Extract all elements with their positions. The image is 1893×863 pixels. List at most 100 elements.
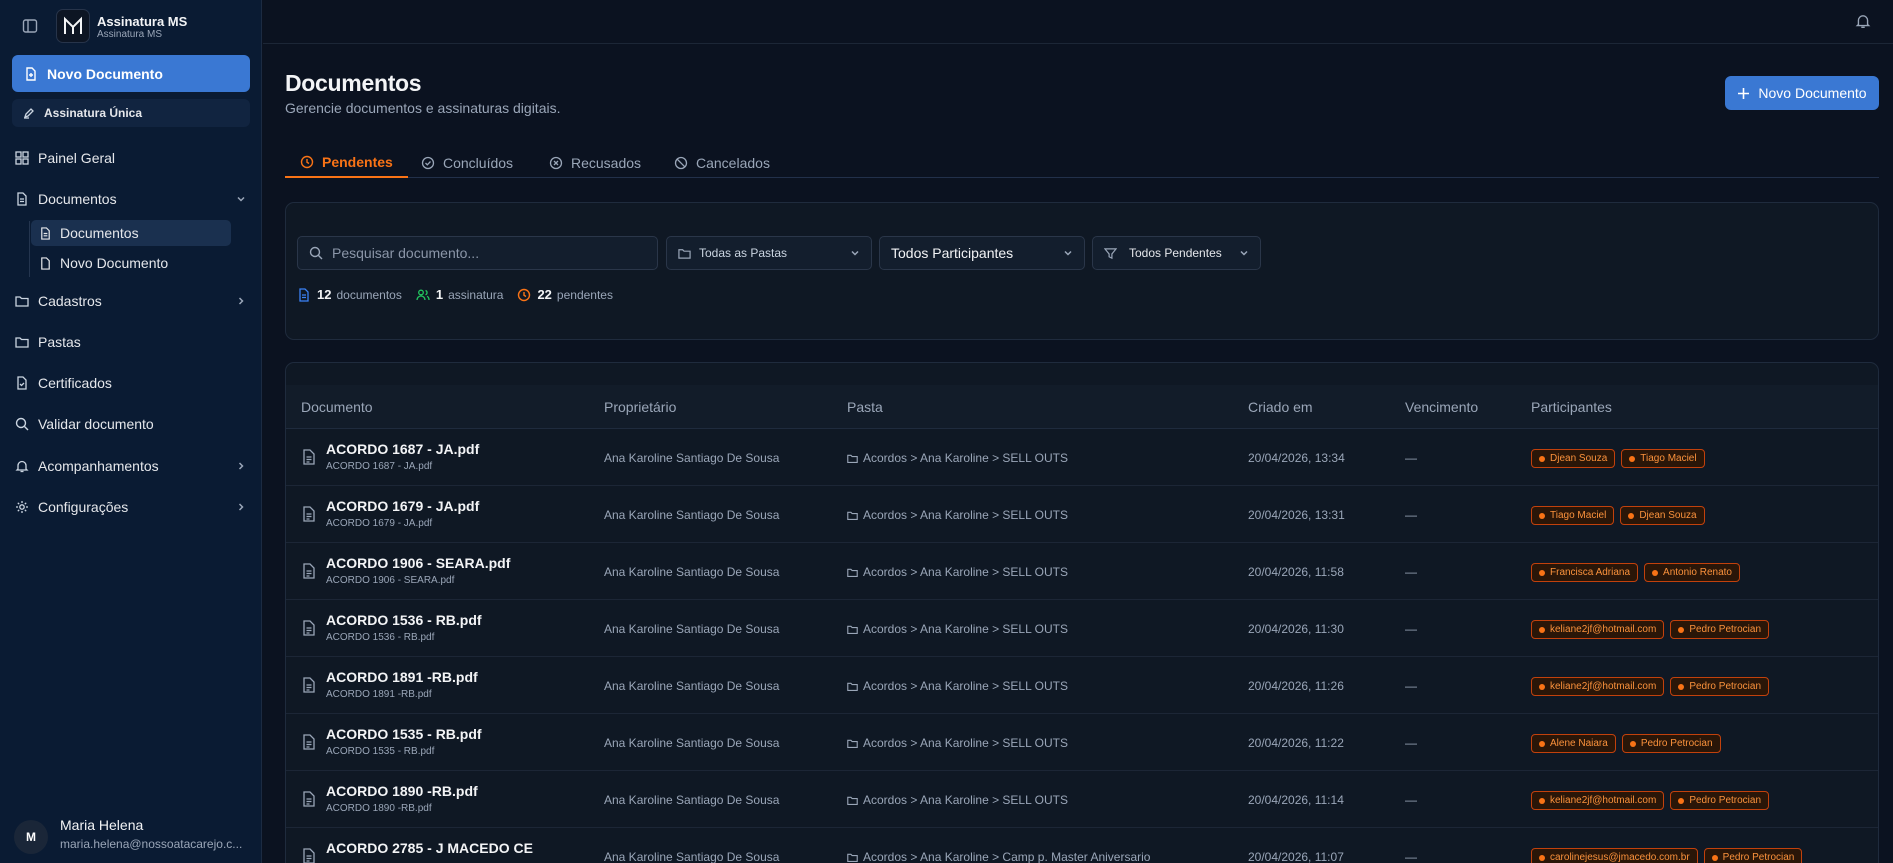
sidebar-toggle-icon[interactable]	[22, 18, 38, 34]
owner-cell: Ana Karoline Santiago De Sousa	[604, 736, 780, 750]
participant-badge[interactable]: Tiago Maciel	[1531, 506, 1615, 525]
document-name[interactable]: ACORDO 1891 -RB.pdf	[326, 669, 478, 685]
status-dot-icon	[1629, 740, 1636, 747]
participant-badge[interactable]: Alene Naiara	[1531, 734, 1616, 753]
document-filename: ACORDO 1679 - JA.pdf	[326, 518, 433, 529]
participant-name: Tiago Maciel	[1640, 453, 1697, 464]
participant-badge[interactable]: Pedro Petrocian	[1703, 848, 1803, 863]
nav-validar-documento[interactable]: Validar documento	[15, 413, 247, 435]
document-name[interactable]: ACORDO 1679 - JA.pdf	[326, 498, 479, 514]
document-name[interactable]: ACORDO 1890 -RB.pdf	[326, 783, 478, 799]
pen-icon	[23, 107, 35, 119]
owner-cell: Ana Karoline Santiago De Sousa	[604, 565, 780, 579]
document-name[interactable]: ACORDO 1687 - JA.pdf	[326, 441, 479, 457]
nav-pastas-label: Pastas	[38, 334, 81, 350]
participant-badge[interactable]: Pedro Petrocian	[1621, 734, 1721, 753]
search-box	[297, 236, 658, 270]
status-dot-icon	[1539, 854, 1545, 861]
folder-path: Acordos > Ana Karoline > SELL OUTS	[863, 736, 1069, 750]
due-cell: —	[1405, 736, 1417, 750]
new-document-sidebar-button[interactable]: Novo Documento	[12, 55, 250, 92]
notifications-bell-icon[interactable]	[1855, 13, 1871, 29]
document-name[interactable]: ACORDO 2785 - J MACEDO CE	[326, 840, 533, 856]
column-header[interactable]: Criado em	[1248, 399, 1313, 415]
document-name[interactable]: ACORDO 1536 - RB.pdf	[326, 612, 482, 628]
participant-badge[interactable]: Antonio Renato	[1644, 563, 1740, 582]
participant-badge[interactable]: carolinejesus@jmacedo.com.br	[1531, 848, 1698, 863]
stat-signatures-label: assinatura	[448, 287, 504, 302]
search-input[interactable]	[332, 245, 632, 261]
document-icon	[302, 620, 316, 636]
participant-badge[interactable]: keliane2jf@hotmail.com	[1531, 791, 1665, 810]
column-header[interactable]: Pasta	[847, 399, 883, 415]
folder-cell: Acordos > Ana Karoline > Camp p. Master …	[847, 850, 1150, 863]
tab-concluidos[interactable]: Concluídos	[406, 147, 528, 178]
participant-badge[interactable]: Pedro Petrocian	[1670, 677, 1770, 696]
table-row[interactable]: ACORDO 1891 -RB.pdf ACORDO 1891 -RB.pdf An…	[286, 657, 1878, 714]
sidebar-header: Assinatura MS Assinatura MS	[0, 0, 262, 52]
document-icon	[302, 677, 316, 693]
participant-badge[interactable]: keliane2jf@hotmail.com	[1531, 677, 1665, 696]
user-profile[interactable]: M Maria Helena maria.helena@nossoatacare…	[14, 817, 254, 857]
document-name[interactable]: ACORDO 1906 - SEARA.pdf	[326, 555, 510, 571]
tab-cancelados[interactable]: Cancelados	[659, 147, 785, 178]
nav-pastas[interactable]: Pastas	[15, 331, 247, 353]
bell-icon	[15, 459, 29, 473]
folder-icon	[847, 795, 858, 806]
table-row[interactable]: ACORDO 1687 - JA.pdf ACORDO 1687 - JA.pdf…	[286, 429, 1878, 486]
participant-badge[interactable]: Francisca Adriana	[1531, 563, 1639, 582]
document-filename: ACORDO 1687 - JA.pdf	[326, 461, 433, 472]
new-document-button[interactable]: Novo Documento	[1725, 76, 1879, 110]
participant-badge[interactable]: Djean Souza	[1620, 506, 1705, 525]
status-dot-icon	[1539, 797, 1545, 804]
nav-cadastros[interactable]: Cadastros	[15, 290, 247, 312]
table-row[interactable]: ACORDO 1679 - JA.pdf ACORDO 1679 - JA.pdf…	[286, 486, 1878, 543]
column-header[interactable]: Documento	[301, 399, 373, 415]
table-row[interactable]: ACORDO 1906 - SEARA.pdf ACORDO 1906 - SEA…	[286, 543, 1878, 600]
folder-path: Acordos > Ana Karoline > SELL OUTS	[863, 508, 1069, 522]
document-name[interactable]: ACORDO 1535 - RB.pdf	[326, 726, 482, 742]
nav-documentos[interactable]: Documentos	[15, 188, 247, 210]
participant-name: keliane2jf@hotmail.com	[1550, 681, 1657, 692]
status-dot-icon	[1539, 626, 1545, 633]
participant-badge[interactable]: Pedro Petrocian	[1670, 791, 1770, 810]
status-dot-icon	[1539, 740, 1545, 747]
tab-recusados[interactable]: Recusados	[534, 147, 656, 178]
participant-badge[interactable]: keliane2jf@hotmail.com	[1531, 620, 1665, 639]
status-dot-icon	[1539, 455, 1545, 462]
participant-badge[interactable]: Pedro Petrocian	[1670, 620, 1770, 639]
owner-cell: Ana Karoline Santiago De Sousa	[604, 679, 780, 693]
nav-configuracoes-label: Configurações	[38, 499, 129, 515]
subnav-novo-documento[interactable]: Novo Documento	[31, 250, 231, 276]
stat-documents-count: 12	[317, 287, 332, 302]
document-filename: ACORDO 1535 - RB.pdf	[326, 746, 435, 757]
table-row[interactable]: ACORDO 1536 - RB.pdf ACORDO 1536 - RB.pdf…	[286, 600, 1878, 657]
subnav-documentos[interactable]: Documentos	[31, 220, 231, 246]
participant-badge[interactable]: Tiago Maciel	[1621, 449, 1705, 468]
tab-pendentes[interactable]: Pendentes	[285, 147, 408, 178]
table-row[interactable]: ACORDO 1890 -RB.pdf ACORDO 1890 -RB.pdf An…	[286, 771, 1878, 828]
folder-icon	[847, 681, 858, 692]
single-signature-button[interactable]: Assinatura Única	[12, 99, 250, 127]
subnav-novo-documento-label: Novo Documento	[60, 255, 169, 271]
table-row[interactable]: ACORDO 1535 - RB.pdf ACORDO 1535 - RB.pdf…	[286, 714, 1878, 771]
ban-icon	[674, 156, 688, 170]
status-dot-icon	[1652, 569, 1659, 576]
participants-select[interactable]: Todos Participantes	[879, 236, 1085, 270]
created-cell: 20/04/2026, 13:31	[1248, 508, 1345, 522]
column-header[interactable]: Vencimento	[1405, 399, 1478, 415]
folders-select[interactable]: Todas as Pastas	[666, 236, 872, 270]
single-signature-label: Assinatura Única	[44, 106, 143, 120]
participant-badge[interactable]: Djean Souza	[1531, 449, 1616, 468]
column-header[interactable]: Participantes	[1531, 399, 1612, 415]
clock-icon	[300, 155, 314, 169]
nav-painel-geral[interactable]: Painel Geral	[15, 147, 247, 169]
column-header[interactable]: Proprietário	[604, 399, 676, 415]
folder-icon	[15, 335, 29, 349]
pending-select[interactable]: Todos Pendentes	[1092, 236, 1261, 270]
participant-name: keliane2jf@hotmail.com	[1550, 795, 1657, 806]
nav-certificados[interactable]: Certificados	[15, 372, 247, 394]
table-row[interactable]: ACORDO 2785 - J MACEDO CE Ana Karoline Sa…	[286, 828, 1878, 863]
nav-acompanhamentos[interactable]: Acompanhamentos	[15, 455, 247, 477]
nav-configuracoes[interactable]: Configurações	[15, 496, 247, 518]
